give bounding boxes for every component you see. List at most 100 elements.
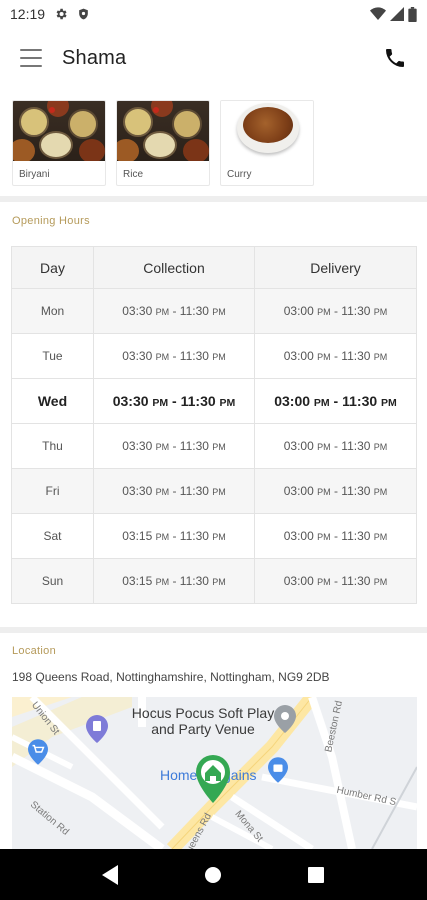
time-value: 03:00 (283, 529, 314, 543)
day-cell: Tue (11, 333, 94, 379)
hours-table-body: Mon 03:30 PM - 11:30 PM 03:00 PM - 11:30 P… (11, 288, 417, 604)
ampm-label: PM (155, 532, 170, 542)
ampm-label: PM (381, 397, 397, 409)
time-value: 03:00 (283, 439, 314, 453)
ampm-label: PM (212, 352, 226, 362)
delivery-cell: 03:00 PM - 11:30 PM (254, 558, 417, 604)
ampm-label: PM (373, 487, 388, 497)
ampm-label: PM (317, 577, 331, 587)
time-value: 11:30 (180, 393, 216, 409)
section-divider (0, 627, 427, 633)
day-cell: Wed (11, 378, 94, 424)
recents-square-icon[interactable] (304, 863, 328, 887)
time-value: 03:00 (283, 304, 314, 318)
time-value: 03:00 (274, 393, 311, 409)
day-cell: Sat (11, 513, 94, 559)
day-cell: Sun (11, 558, 94, 604)
location-map[interactable]: Union St Station Rd Beeston Rd Mona St Q… (12, 697, 417, 849)
back-triangle-icon[interactable] (99, 863, 123, 887)
battery-icon (408, 6, 417, 22)
ampm-label: PM (317, 532, 331, 542)
category-card-biryani[interactable]: Biryani (12, 100, 106, 186)
category-label: Rice (123, 169, 144, 180)
day-cell: Mon (11, 288, 94, 334)
app-bar: Shama (0, 28, 427, 88)
ampm-label: PM (155, 307, 170, 317)
ampm-label: PM (373, 442, 388, 452)
location-title: Location (12, 645, 56, 657)
time-value: 11:30 (179, 484, 209, 498)
restaurant-location-pin-icon[interactable] (196, 755, 230, 803)
ampm-label: PM (212, 307, 226, 317)
header-day: Day (11, 246, 94, 289)
ampm-label: PM (317, 307, 331, 317)
biryani-thali-image (13, 101, 105, 161)
ampm-label: PM (317, 487, 331, 497)
ampm-label: PM (212, 487, 226, 497)
transit-pin-icon (86, 715, 108, 743)
delivery-cell: 03:00 PM - 11:30 PM (254, 468, 417, 514)
time-value: 03:30 (122, 439, 153, 453)
category-label: Curry (227, 169, 252, 180)
ampm-label: PM (212, 532, 226, 542)
system-nav-bar (0, 849, 427, 900)
wifi-icon (370, 7, 386, 21)
ampm-label: PM (155, 487, 170, 497)
time-value: 11:30 (179, 349, 209, 363)
time-value: 03:00 (283, 574, 314, 588)
status-bar: 12:19 (0, 0, 427, 28)
settings-gear-icon (54, 7, 68, 21)
category-card-curry[interactable]: Curry (220, 100, 314, 186)
collection-cell: 03:30 PM - 11:30 PM (93, 378, 255, 424)
time-value: 11:30 (179, 529, 209, 543)
ampm-label: PM (373, 307, 388, 317)
delivery-cell: 03:00 PM - 11:30 PM (254, 288, 417, 334)
home-circle-icon[interactable] (201, 863, 225, 887)
day-cell: Fri (11, 468, 94, 514)
collection-cell: 03:30 PM - 11:30 PM (93, 333, 255, 379)
time-value: 03:00 (283, 484, 314, 498)
shield-icon (77, 7, 90, 21)
ampm-label: PM (155, 352, 170, 362)
time-value: 11:30 (179, 304, 209, 318)
hamburger-menu-icon[interactable] (20, 49, 42, 67)
hours-row-thu: Thu 03:30 PM - 11:30 PM 03:00 PM - 11:30 P… (11, 423, 417, 469)
restaurant-address: 198 Queens Road, Nottinghamshire, Nottin… (12, 670, 330, 684)
ampm-label: PM (317, 442, 331, 452)
time-value: 11:30 (179, 439, 209, 453)
ampm-label: PM (155, 577, 170, 587)
time-value: 11:30 (341, 304, 371, 318)
ampm-label: PM (155, 442, 170, 452)
header-delivery: Delivery (254, 246, 417, 289)
hours-row-sat: Sat 03:15 PM - 11:30 PM 03:00 PM - 11:30 P… (11, 513, 417, 559)
hours-row-fri: Fri 03:30 PM - 11:30 PM 03:00 PM - 11:30 P… (11, 468, 417, 514)
shop-pin-icon (268, 757, 288, 783)
time-value: 11:30 (341, 349, 371, 363)
ampm-label: PM (317, 352, 331, 362)
collection-cell: 03:30 PM - 11:30 PM (93, 288, 255, 334)
opening-hours-title: Opening Hours (12, 215, 90, 227)
ampm-label: PM (313, 397, 330, 409)
time-value: 11:30 (341, 439, 371, 453)
collection-cell: 03:30 PM - 11:30 PM (93, 423, 255, 469)
place-pin-icon (274, 705, 296, 733)
opening-hours-table: Day Collection Delivery Mon 03:30 PM - 11… (11, 246, 417, 604)
curry-bowl-image (221, 101, 313, 161)
hours-row-wed: Wed 03:30 PM - 11:30 PM 03:00 PM - 11:30 P… (11, 378, 417, 424)
phone-icon[interactable] (383, 46, 407, 70)
time-value: 03:15 (122, 529, 153, 543)
category-list: Biryani Rice Curry (12, 100, 314, 186)
hours-row-sun: Sun 03:15 PM - 11:30 PM 03:00 PM - 11:30 P… (11, 558, 417, 604)
delivery-cell: 03:00 PM - 11:30 PM (254, 333, 417, 379)
table-header-row: Day Collection Delivery (11, 246, 417, 289)
hours-row-tue: Tue 03:30 PM - 11:30 PM 03:00 PM - 11:30 P… (11, 333, 417, 379)
category-card-rice[interactable]: Rice (116, 100, 210, 186)
signal-icon (390, 7, 404, 21)
delivery-cell: 03:00 PM - 11:30 PM (254, 423, 417, 469)
collection-cell: 03:30 PM - 11:30 PM (93, 468, 255, 514)
ampm-label: PM (212, 442, 226, 452)
collection-cell: 03:15 PM - 11:30 PM (93, 558, 255, 604)
rice-thali-image (117, 101, 209, 161)
page-title: Shama (62, 46, 127, 69)
ampm-label: PM (219, 397, 236, 409)
